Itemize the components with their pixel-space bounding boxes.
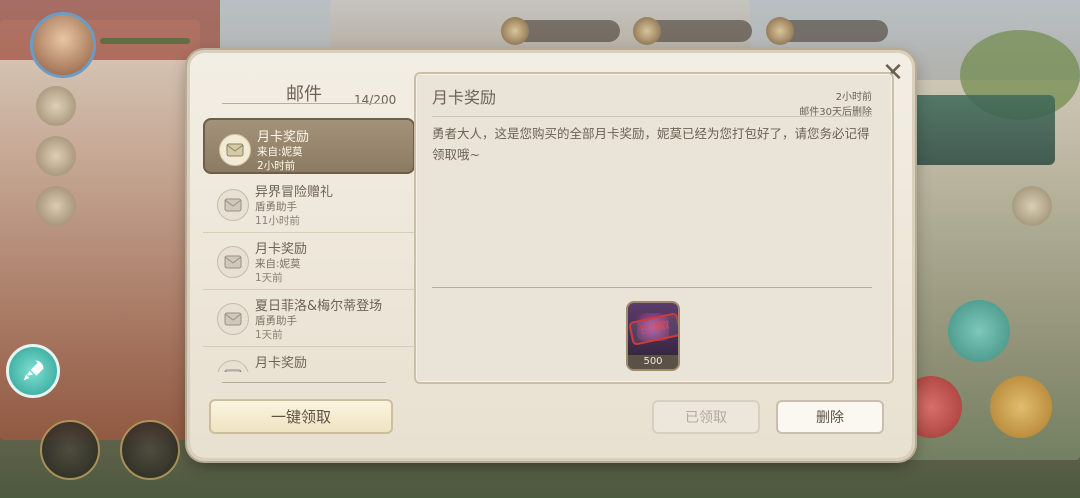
claimed-button[interactable]: 已领取 bbox=[652, 400, 760, 434]
mail-item-title: 异界冒险赠礼 bbox=[255, 185, 334, 200]
right-menu-icon[interactable] bbox=[1012, 186, 1052, 226]
coin-icon bbox=[633, 17, 661, 45]
side-menu-icon-1[interactable] bbox=[36, 86, 76, 126]
detail-time: 2小时前 bbox=[835, 92, 872, 103]
background-shop-sign bbox=[905, 95, 1055, 165]
list-divider-top bbox=[222, 103, 386, 104]
reward-item[interactable]: 已领取 500 bbox=[626, 301, 680, 371]
mail-item-time: 11小时前 bbox=[255, 215, 300, 227]
mail-item-title: 月卡奖励 bbox=[255, 356, 308, 371]
envelope-icon bbox=[217, 303, 249, 335]
side-menu-icon-2[interactable] bbox=[36, 136, 76, 176]
mail-item-sender: 来自:妮莫 bbox=[255, 258, 301, 270]
rocket-button[interactable] bbox=[6, 344, 60, 398]
mail-item-time: 1天前 bbox=[255, 272, 283, 284]
resource-bar-1[interactable] bbox=[501, 17, 620, 45]
player-level-bar bbox=[100, 38, 190, 44]
reward-divider bbox=[432, 287, 872, 288]
mail-list-item-selected[interactable]: 月卡奖励 来自:妮莫 2小时前 bbox=[203, 118, 415, 174]
gem-icon bbox=[766, 17, 794, 45]
envelope-icon bbox=[217, 189, 249, 221]
rocket-icon bbox=[23, 360, 44, 381]
mail-item-time: 2小时前 bbox=[257, 160, 296, 172]
mail-count: 14/200 bbox=[354, 93, 397, 107]
claimed-stamp: 已领取 bbox=[628, 312, 678, 346]
side-menu-icon-3[interactable] bbox=[36, 186, 76, 226]
mail-item-title: 月卡奖励 bbox=[255, 242, 308, 257]
bottom-menu-button-1[interactable] bbox=[40, 420, 100, 480]
mail-item-title: 夏日菲洛&梅尔蒂登场 bbox=[255, 299, 383, 314]
resource-bar-3[interactable] bbox=[766, 17, 888, 45]
mail-item-sender: 盾勇助手 bbox=[255, 201, 297, 213]
envelope-icon bbox=[217, 360, 249, 372]
mail-item-sender: 来自:妮莫 bbox=[257, 146, 303, 158]
claim-all-button[interactable]: 一键领取 bbox=[209, 399, 393, 434]
resource-icon bbox=[501, 17, 529, 45]
mail-item-title: 月卡奖励 bbox=[257, 130, 310, 145]
detail-title: 月卡奖励 bbox=[432, 88, 497, 107]
mail-list-item[interactable]: 异界冒险赠礼 盾勇助手 11小时前 bbox=[203, 175, 415, 233]
gold-event-button[interactable] bbox=[990, 376, 1052, 438]
resource-bar-2[interactable] bbox=[633, 17, 752, 45]
list-divider-bottom bbox=[222, 382, 386, 383]
envelope-icon bbox=[217, 246, 249, 278]
player-avatar[interactable] bbox=[30, 12, 96, 78]
mail-list-item[interactable]: 月卡奖励 来自:妮莫 1天前 bbox=[203, 232, 415, 290]
delete-button[interactable]: 删除 bbox=[776, 400, 884, 434]
mail-list[interactable]: 月卡奖励 来自:妮莫 2小时前 异界冒险赠礼 盾勇助手 11小时前 月卡奖励 来… bbox=[203, 118, 415, 372]
mail-list-item[interactable]: 夏日菲洛&梅尔蒂登场 盾勇助手 1天前 bbox=[203, 289, 415, 347]
bottom-menu-button-2[interactable] bbox=[120, 420, 180, 480]
teal-event-button[interactable] bbox=[948, 300, 1010, 362]
envelope-icon bbox=[219, 134, 251, 166]
reward-quantity: 500 bbox=[628, 355, 678, 369]
mail-list-item[interactable]: 月卡奖励 bbox=[203, 346, 415, 372]
mail-item-sender: 盾勇助手 bbox=[255, 315, 297, 327]
detail-body: 勇者大人，这是您购买的全部月卡奖励，妮莫已经为您打包好了，请您务必记得领取哦~ bbox=[432, 126, 870, 162]
mail-item-time: 1天前 bbox=[255, 329, 283, 341]
detail-divider bbox=[432, 116, 872, 117]
